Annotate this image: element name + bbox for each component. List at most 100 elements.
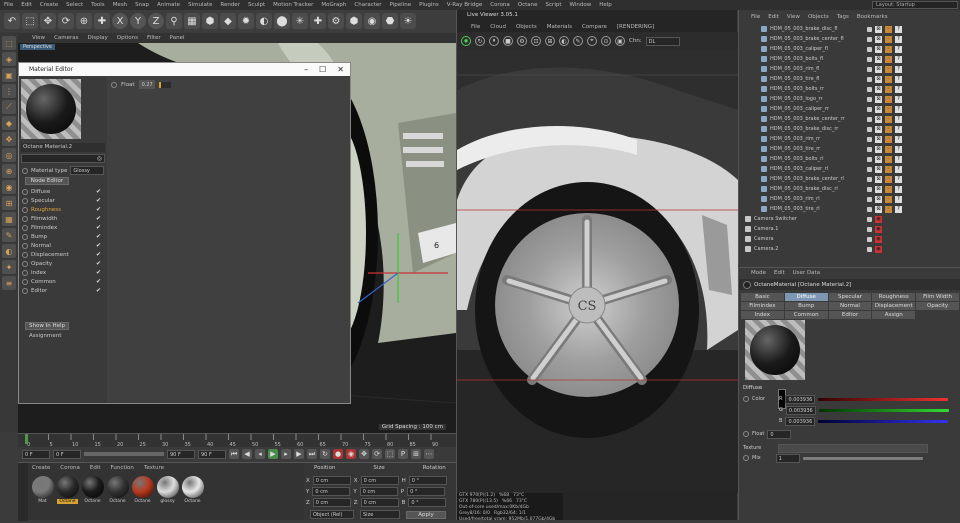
object-row[interactable]: Camera.2 ◉: [739, 244, 960, 254]
channel-toggle[interactable]: [22, 197, 28, 204]
tab-roughness[interactable]: Roughness: [872, 293, 916, 301]
material-ball[interactable]: [156, 476, 179, 498]
pick-material-icon[interactable]: ✎: [573, 36, 583, 46]
channel-toggle[interactable]: [22, 188, 28, 195]
material-tag-icon[interactable]: ?: [895, 175, 902, 183]
workplane-lock-icon[interactable]: ⊞: [2, 196, 16, 210]
object-row[interactable]: Camera.1 ◉: [739, 224, 960, 234]
texture-tag-icon[interactable]: ⊠: [875, 95, 882, 103]
sculpt-icon[interactable]: ✎: [2, 228, 16, 242]
menu-create[interactable]: Create: [40, 2, 58, 8]
undo-button[interactable]: ↶: [4, 13, 20, 29]
stop-icon[interactable]: ■: [503, 36, 513, 46]
texture-tag-icon[interactable]: ⊠: [875, 35, 882, 43]
visibility-dot[interactable]: [867, 146, 872, 152]
channel-check-icon[interactable]: ✔: [96, 197, 101, 204]
object-row[interactable]: HDM_05_003_brake_disc_rl ⊠ ◦?: [739, 184, 960, 194]
key-rotation-button[interactable]: ⟳: [372, 449, 382, 459]
material-menu-texture[interactable]: Texture: [144, 465, 164, 471]
key-position-button[interactable]: ✥: [359, 449, 369, 459]
material-ball-item[interactable]: Octane: [80, 476, 105, 504]
material-ball[interactable]: [106, 476, 129, 498]
subdiv-icon[interactable]: ⬤: [274, 13, 290, 29]
loop-button[interactable]: ↻: [320, 449, 330, 459]
key-scale-button[interactable]: ⬚: [385, 449, 395, 459]
texture-tag-icon[interactable]: ⊠: [875, 185, 882, 193]
phong-tag-icon[interactable]: ◦: [885, 155, 892, 163]
camera-tag-icon[interactable]: ◉: [875, 225, 882, 233]
texture-tag-icon[interactable]: ⊠: [875, 195, 882, 203]
visibility-dot[interactable]: [867, 156, 872, 162]
texture-tag-icon[interactable]: ⊠: [875, 45, 882, 53]
channel-toggle[interactable]: [22, 260, 28, 267]
material-tag-icon[interactable]: ?: [895, 75, 902, 83]
snapshot-icon[interactable]: ▣: [615, 36, 625, 46]
minimize-icon[interactable]: –: [304, 65, 308, 74]
menu-plugins[interactable]: Plugins: [419, 2, 439, 8]
channel-roughness[interactable]: Roughness ✔: [19, 205, 105, 214]
object-menu-tags[interactable]: Tags: [837, 14, 849, 20]
material-name-input[interactable]: ◎: [21, 154, 105, 163]
channel-check-icon[interactable]: ✔: [96, 224, 101, 231]
visibility-dot[interactable]: [867, 56, 872, 62]
material-tag-icon[interactable]: ?: [895, 85, 902, 93]
visibility-dot[interactable]: [867, 136, 872, 142]
material-tag-icon[interactable]: ?: [895, 165, 902, 173]
material-menu-function[interactable]: Function: [111, 465, 134, 471]
settings-icon[interactable]: ⚙: [517, 36, 527, 46]
object-row[interactable]: HDM_05_003_caliper_fl ⊠ ◦?: [739, 44, 960, 54]
visibility-dot[interactable]: [867, 226, 872, 232]
visibility-dot[interactable]: [867, 236, 872, 242]
float-slider[interactable]: [158, 81, 171, 88]
visibility-dot[interactable]: [867, 86, 872, 92]
grid-icon[interactable]: ▦: [2, 212, 16, 226]
material-tag-icon[interactable]: ?: [895, 155, 902, 163]
channel-editor[interactable]: Editor ✔: [19, 286, 105, 295]
y-axis-icon[interactable]: Y: [130, 13, 146, 29]
phong-tag-icon[interactable]: ◦: [885, 205, 892, 213]
live-viewer-menu-rendering[interactable]: [RENDERING]: [617, 24, 654, 30]
material-name-field[interactable]: Octane Material.2: [21, 143, 105, 152]
assignment-link[interactable]: Assignment: [29, 333, 61, 339]
position-field[interactable]: 0 cm: [312, 498, 351, 507]
menu-window[interactable]: Window: [570, 2, 592, 8]
start-frame-field[interactable]: 0 F: [53, 449, 81, 459]
texture-tag-icon[interactable]: ⊠: [875, 65, 882, 73]
axis-mode-icon[interactable]: ✥: [2, 132, 16, 146]
clay-icon[interactable]: ◐: [559, 36, 569, 46]
camera-tag-icon[interactable]: ◉: [875, 245, 882, 253]
channel-toggle[interactable]: [22, 242, 28, 249]
sky-icon[interactable]: ☀: [400, 13, 416, 29]
tab-index[interactable]: Index: [741, 311, 784, 319]
channel-common[interactable]: Common ✔: [19, 277, 105, 286]
render-region-icon[interactable]: ▦: [184, 13, 200, 29]
tab-specular[interactable]: Specular: [828, 293, 872, 301]
timeline[interactable]: 0 5 10 15 20 25 30 35 40 45 50 55 60 65 70 75 80 85 90: [18, 433, 456, 448]
material-tag-icon[interactable]: ?: [895, 145, 902, 153]
prev-frame-button[interactable]: ◂: [255, 449, 265, 459]
channel-toggle[interactable]: [22, 287, 28, 294]
g-slider[interactable]: [818, 408, 949, 412]
material-tag-icon[interactable]: ?: [895, 55, 902, 63]
b-slider[interactable]: [818, 419, 949, 423]
max-frame-field[interactable]: 90 F: [198, 449, 226, 459]
material-ball-item[interactable]: Octane: [105, 476, 130, 504]
menu-file[interactable]: File: [4, 2, 13, 8]
visibility-dot[interactable]: [867, 126, 872, 132]
texture-tag-icon[interactable]: ⊠: [875, 85, 882, 93]
live-viewer-menu-objects[interactable]: Objects: [516, 24, 537, 30]
live-viewer-menu-file[interactable]: File: [471, 24, 480, 30]
visibility-dot[interactable]: [867, 166, 872, 172]
material-ball[interactable]: [131, 476, 154, 498]
phong-tag-icon[interactable]: ◦: [885, 145, 892, 153]
phong-tag-icon[interactable]: ◦: [885, 35, 892, 43]
cube-icon[interactable]: ✹: [238, 13, 254, 29]
channel-displacement[interactable]: Displacement ✔: [19, 250, 105, 259]
r-slider[interactable]: [818, 397, 949, 401]
size-mode-select[interactable]: Size: [360, 510, 400, 519]
tab-basic[interactable]: Basic: [741, 293, 784, 301]
viewport-menu-options[interactable]: Options: [117, 35, 138, 41]
phong-tag-icon[interactable]: ◦: [885, 75, 892, 83]
texture-mode-icon[interactable]: ◈: [2, 52, 16, 66]
phong-tag-icon[interactable]: ◦: [885, 65, 892, 73]
